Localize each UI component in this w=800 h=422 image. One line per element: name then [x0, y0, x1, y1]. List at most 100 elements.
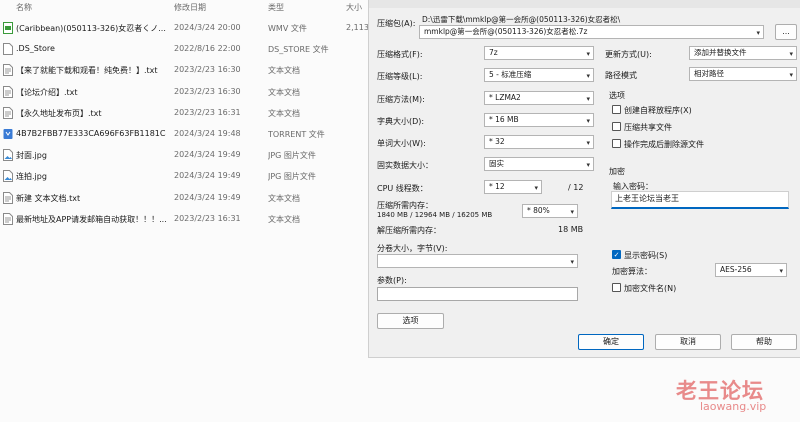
archive-path-text: D:\迅雷下载\mmklp@第一会所@(050113-326)女忍者松\ — [422, 15, 621, 24]
image-file-icon — [3, 149, 13, 162]
text-file-icon — [3, 85, 13, 98]
file-row[interactable]: .DS_Store 2022/8/16 22:00 DS_STORE 文件 — [0, 39, 370, 59]
method-label: 压缩方法(M): — [377, 95, 425, 104]
file-name: 连拍.jpg — [16, 172, 47, 182]
show-password-label[interactable]: 显示密码(S) — [624, 250, 667, 261]
update-mode-select[interactable]: 添加并替换文件 ▾ — [689, 46, 797, 60]
file-row[interactable]: 封面.jpg 2024/3/24 19:49 JPG 图片文件 — [0, 145, 370, 165]
file-row[interactable]: (Caribbean)(050113-326)女忍者くノ... 2024/3/24… — [0, 18, 370, 38]
shared-files-label[interactable]: 压缩共享文件 — [624, 122, 672, 133]
file-row[interactable]: 【永久地址发布页】.txt 2023/2/23 16:31 文本文档 — [0, 103, 370, 123]
chevron-down-icon: ▾ — [756, 29, 760, 37]
file-name: 【论坛介绍】.txt — [16, 87, 78, 97]
chevron-down-icon: ▾ — [570, 208, 574, 216]
file-date: 2023/2/23 16:31 — [174, 107, 241, 117]
archive-label: 压缩包(A): — [377, 19, 416, 28]
file-row[interactable]: 连拍.jpg 2024/3/24 19:49 JPG 图片文件 — [0, 166, 370, 186]
options-button[interactable]: 选项 — [377, 313, 444, 329]
memory-percent-value: * 80% — [527, 206, 550, 215]
params-label: 参数(P): — [377, 276, 407, 285]
options-group-title: 选项 — [609, 91, 625, 100]
torrent-file-icon — [3, 128, 13, 140]
chevron-down-icon: ▾ — [534, 184, 538, 192]
browse-button[interactable]: ... — [775, 24, 797, 40]
dictionary-select[interactable]: * 16 MB ▾ — [484, 113, 594, 127]
method-select[interactable]: * LZMA2 ▾ — [484, 91, 594, 105]
level-label: 压缩等级(L): — [377, 72, 423, 81]
path-mode-value: 相对路径 — [694, 69, 724, 78]
split-label: 分卷大小，字节(V): — [377, 244, 448, 253]
text-file-icon — [3, 64, 13, 77]
dialog-titlebar[interactable] — [369, 0, 800, 8]
format-label: 压缩格式(F): — [377, 50, 423, 59]
path-mode-select[interactable]: 相对路径 ▾ — [689, 67, 797, 81]
decompress-memory-label: 解压缩所需内存： — [377, 226, 441, 235]
params-input[interactable] — [377, 287, 578, 301]
file-type: JPG 图片文件 — [268, 151, 316, 161]
file-row[interactable]: 最新地址及APP请发邮箱自动获取！！！... 2023/2/23 16:31 文本文… — [0, 209, 370, 229]
delete-after-checkbox[interactable] — [612, 139, 621, 148]
solid-value: 固实 — [489, 159, 504, 168]
memory-percent-select[interactable]: * 80% ▾ — [522, 204, 578, 218]
ok-button[interactable]: 确定 — [578, 334, 644, 350]
chevron-down-icon: ▾ — [586, 50, 590, 58]
threads-label: CPU 线程数： — [377, 184, 428, 193]
file-row[interactable]: 新建 文本文档.txt 2024/3/24 19:49 文本文档 — [0, 188, 370, 208]
file-date: 2023/2/23 16:31 — [174, 213, 241, 223]
password-input[interactable]: 上老王论坛当老王 — [611, 191, 789, 209]
file-date: 2023/2/23 16:30 — [174, 65, 241, 75]
image-file-icon — [3, 170, 13, 183]
file-row[interactable]: 【论坛介绍】.txt 2023/2/23 16:30 文本文档 — [0, 82, 370, 102]
sfx-checkbox[interactable] — [612, 105, 621, 114]
column-type[interactable]: 类型 — [268, 2, 284, 13]
threads-value: * 12 — [489, 182, 505, 191]
sfx-label[interactable]: 创建自释放程序(X) — [624, 105, 692, 116]
file-row[interactable]: 4B7B2FBB77E333CA696F63FB1181C4... 2024/3/… — [0, 124, 370, 144]
encrypt-names-checkbox[interactable] — [612, 283, 621, 292]
solid-select[interactable]: 固实 ▾ — [484, 157, 594, 171]
shared-files-checkbox[interactable] — [612, 122, 621, 131]
solid-label: 固实数据大小： — [377, 161, 433, 170]
format-select[interactable]: 7z ▾ — [484, 46, 594, 60]
file-name: 【永久地址发布页】.txt — [16, 108, 102, 118]
chevron-down-icon: ▾ — [586, 95, 590, 103]
level-select[interactable]: 5 - 标准压缩 ▾ — [484, 68, 594, 82]
encryption-group-title: 加密 — [609, 167, 625, 176]
method-value: * LZMA2 — [489, 93, 521, 102]
column-date[interactable]: 修改日期 — [174, 2, 206, 13]
word-size-label: 单词大小(W): — [377, 139, 426, 148]
update-mode-label: 更新方式(U): — [605, 50, 652, 59]
cancel-button[interactable]: 取消 — [655, 334, 721, 350]
encryption-method-value: AES-256 — [720, 265, 752, 274]
file-type: 文本文档 — [268, 108, 300, 118]
column-size[interactable]: 大小 — [346, 2, 362, 13]
threads-select[interactable]: * 12 ▾ — [484, 180, 542, 194]
file-name: (Caribbean)(050113-326)女忍者くノ... — [16, 24, 166, 33]
column-name[interactable]: 名称 — [16, 2, 32, 13]
video-file-icon — [3, 22, 13, 34]
show-password-checkbox[interactable]: ✓ — [612, 250, 621, 259]
file-size: 2,113 — [346, 23, 369, 32]
encryption-method-label: 加密算法： — [612, 267, 652, 276]
update-mode-value: 添加并替换文件 — [694, 48, 747, 57]
word-size-select[interactable]: * 32 ▾ — [484, 135, 594, 149]
file-date: 2024/3/24 19:49 — [174, 192, 241, 202]
format-value: 7z — [489, 48, 498, 57]
file-type: 文本文档 — [268, 66, 300, 76]
encryption-method-select[interactable]: AES-256 ▾ — [715, 263, 787, 277]
file-type: 文本文档 — [268, 214, 300, 224]
file-name: 封面.jpg — [16, 151, 47, 161]
blank-file-icon — [3, 43, 13, 56]
chevron-down-icon: ▾ — [586, 117, 590, 125]
dictionary-label: 字典大小(D): — [377, 117, 425, 126]
split-size-combo[interactable]: ▾ — [377, 254, 578, 268]
archive-name-value: mmklp@第一会所@(050113-326)女忍者松.7z — [424, 27, 588, 36]
archive-name-combo[interactable]: mmklp@第一会所@(050113-326)女忍者松.7z ▾ — [419, 25, 764, 39]
word-size-value: * 32 — [489, 137, 505, 146]
encrypt-names-label[interactable]: 加密文件名(N) — [624, 283, 676, 294]
file-row[interactable]: 【来了就能下载和观看！纯免费！】.txt 2023/2/23 16:30 文本文档 — [0, 60, 370, 80]
file-name: 最新地址及APP请发邮箱自动获取！！！... — [16, 214, 166, 224]
path-mode-label: 路径模式 — [605, 71, 637, 80]
help-button[interactable]: 帮助 — [731, 334, 797, 350]
delete-after-label[interactable]: 操作完成后删除源文件 — [624, 139, 704, 150]
